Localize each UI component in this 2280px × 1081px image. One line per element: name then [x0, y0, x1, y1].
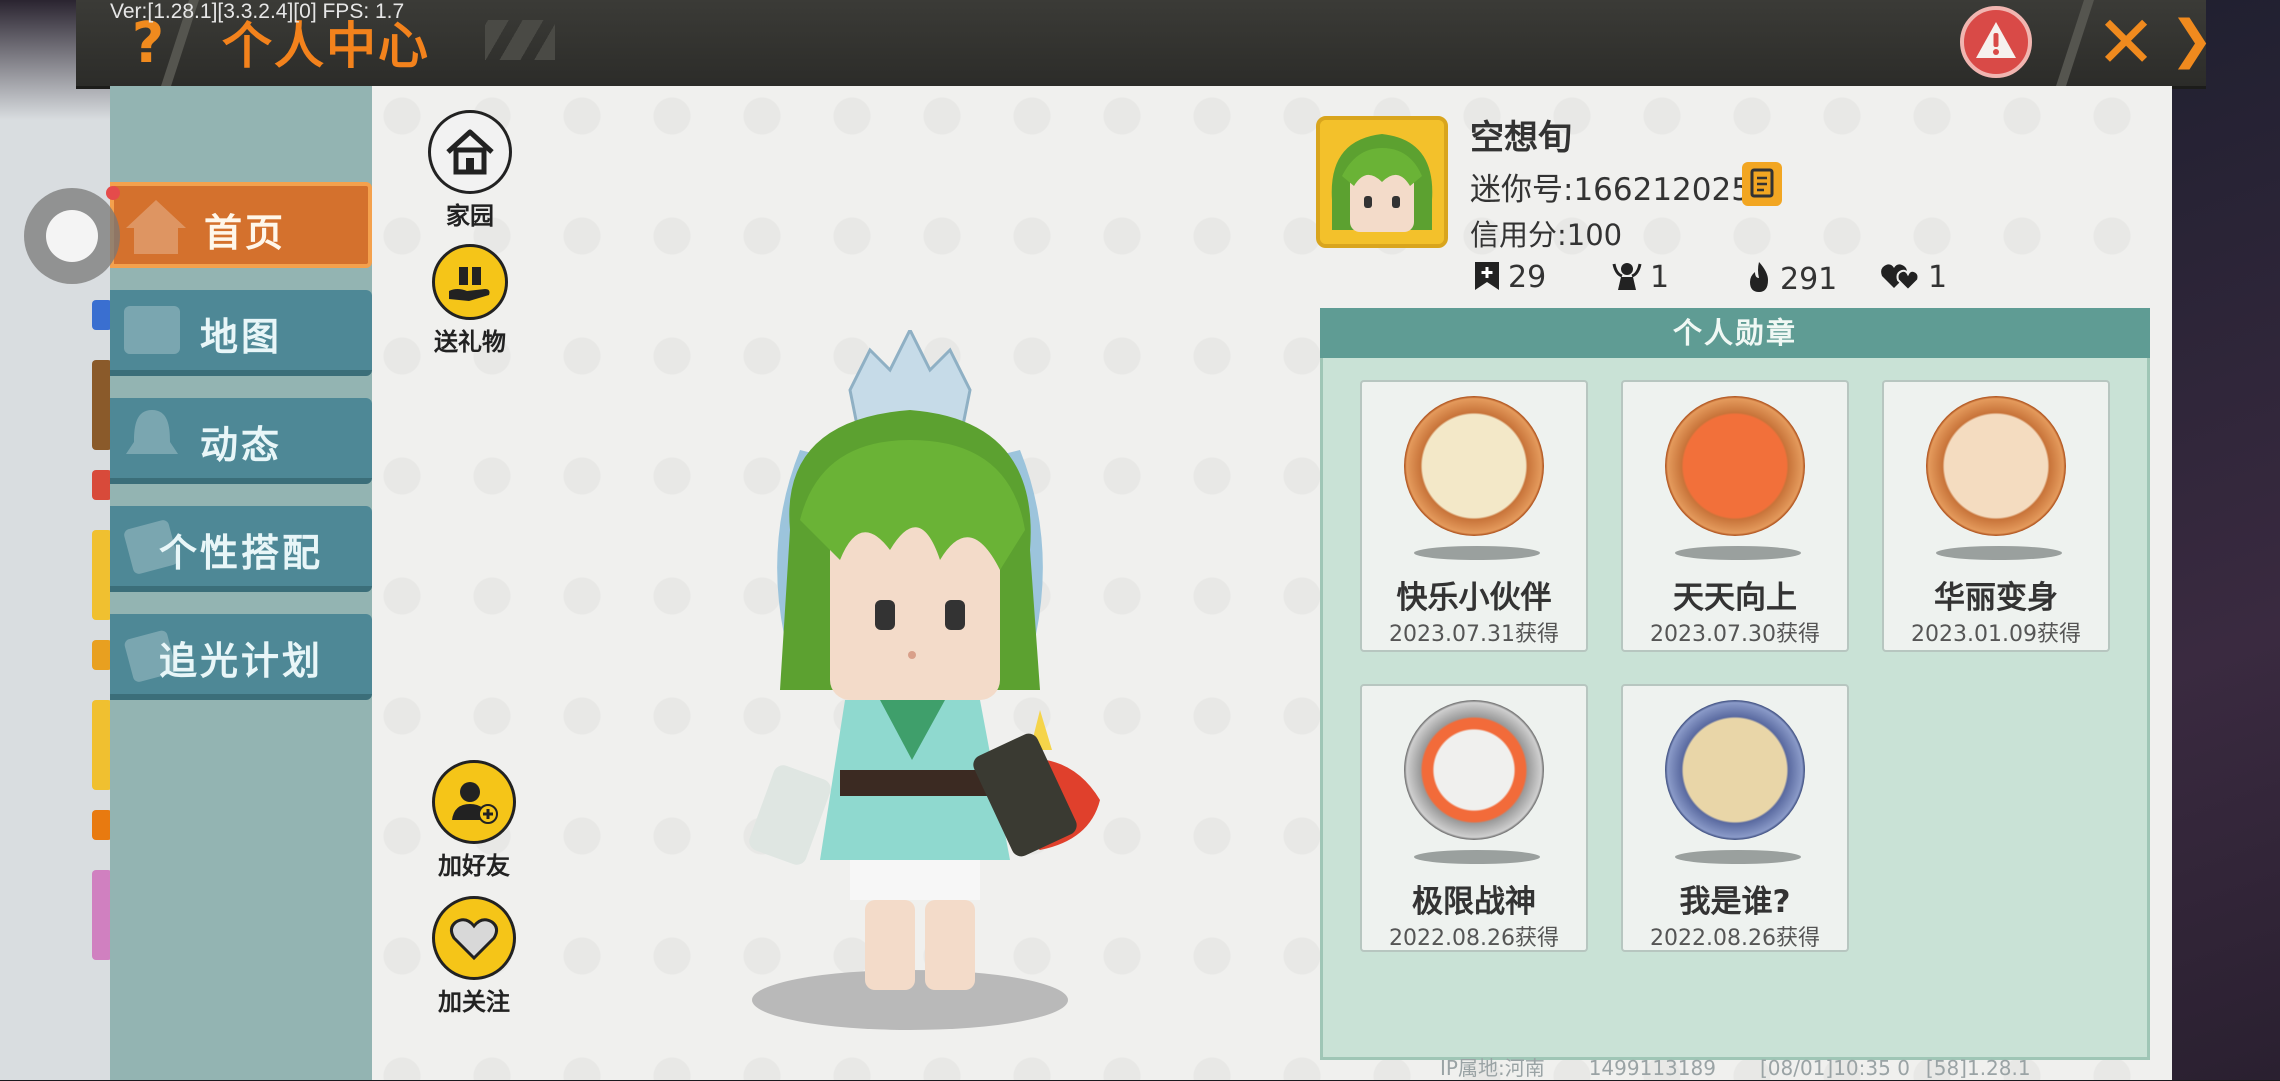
sidebar: 首页 地图 动态 个性搭配 追光计划	[110, 86, 372, 1080]
medal-shadow	[1675, 850, 1801, 864]
background-swatch	[92, 300, 112, 330]
background-swatch	[92, 360, 112, 450]
background-scene-right	[2160, 0, 2280, 1080]
medal-panel-title: 个人勋章	[1320, 308, 2150, 358]
medal-shadow	[1414, 546, 1540, 560]
medal-shadow	[1936, 546, 2062, 560]
medal-card[interactable]: 快乐小伙伴 2023.07.31获得	[1360, 380, 1588, 652]
medal-date: 2022.08.26获得	[1389, 926, 1559, 951]
close-button[interactable]: ✕	[2090, 4, 2162, 80]
sidebar-item-label: 动态	[199, 423, 282, 467]
sidebar-item-label: 追光计划	[158, 639, 323, 683]
sidebar-item-label: 首页	[203, 211, 286, 255]
gift-action[interactable]: 送礼物	[420, 244, 520, 357]
background-swatch	[92, 470, 112, 500]
home-button[interactable]	[428, 110, 512, 194]
gift-button[interactable]	[432, 244, 508, 320]
medal-date: 2023.07.30获得	[1650, 622, 1820, 647]
follow-label: 加关注	[438, 988, 510, 1016]
sidebar-item-home[interactable]: 首页	[110, 182, 372, 268]
build-readout: [58]1.28.1	[1925, 1056, 2031, 1080]
title-decoration	[485, 20, 555, 60]
trophy-person-icon	[1612, 263, 1642, 290]
medal-name: 天天向上	[1673, 580, 1797, 616]
house-icon	[446, 129, 494, 175]
hearts-icon	[1881, 264, 1920, 292]
gift-label: 送礼物	[434, 328, 506, 356]
background-swatch	[92, 640, 112, 670]
home-action[interactable]: 家园	[420, 110, 520, 231]
follow-button[interactable]	[432, 896, 516, 980]
friend-medal-icon	[1404, 396, 1544, 536]
version-fps-readout: Ver:[1.28.1][3.3.2.4][0] FPS: 1.7	[110, 0, 405, 23]
mini-id: 迷你号:1662120253	[1470, 172, 1771, 208]
stat-likes: 1	[1880, 260, 1947, 295]
stat-bookmarks-value: 29	[1508, 260, 1547, 295]
stat-likes-value: 1	[1928, 260, 1948, 295]
copy-icon[interactable]	[1742, 162, 1782, 206]
add-friend-label: 加好友	[438, 852, 510, 880]
close-button-edge: ❯	[2170, 10, 2214, 70]
background-swatch	[92, 870, 112, 960]
medal-date: 2023.01.09获得	[1911, 622, 2081, 647]
sidebar-item-label: 地图	[199, 315, 282, 359]
calendar-medal-icon	[1665, 396, 1805, 536]
stat-popularity: 291	[1744, 260, 1837, 297]
uid-readout: 1499113189	[1588, 1056, 1716, 1080]
character-avatar[interactable]	[740, 326, 1160, 1030]
sidebar-item-activity[interactable]: 动态	[110, 398, 372, 484]
add-friend-action[interactable]: 加好友	[424, 760, 524, 881]
report-button[interactable]	[1960, 6, 2032, 78]
sidebar-item-chase-light[interactable]: 追光计划	[110, 614, 372, 700]
stat-bookmarks: 29	[1472, 260, 1546, 295]
background-swatch	[92, 700, 112, 790]
bookmark-plus-icon	[1475, 262, 1499, 290]
add-user-icon	[452, 782, 498, 824]
sidebar-item-outfit[interactable]: 个性搭配	[110, 506, 372, 592]
medal-name: 华丽变身	[1934, 580, 2058, 616]
profile-avatar[interactable]	[1316, 116, 1448, 248]
follow-action[interactable]: 加关注	[424, 896, 524, 1017]
stat-achievements: 1	[1610, 260, 1669, 295]
add-friend-button[interactable]	[432, 760, 516, 844]
background-swatch	[92, 810, 112, 840]
home-label: 家园	[446, 202, 494, 230]
medal-shadow	[1414, 850, 1540, 864]
stat-achievements-value: 1	[1650, 260, 1670, 295]
background-swatch	[92, 530, 112, 620]
medal-card[interactable]: 华丽变身 2023.01.09获得	[1882, 380, 2110, 652]
credit-score: 信用分:100	[1470, 218, 1623, 252]
sidebar-item-map[interactable]: 地图	[110, 290, 372, 376]
warning-icon	[1976, 22, 2016, 58]
floating-button-knob	[46, 210, 98, 262]
medal-card[interactable]: 极限战神 2022.08.26获得	[1360, 684, 1588, 952]
nickname: 空想旬	[1470, 118, 1572, 158]
footer-info: IP属地:河南 1499113189 [08/01]10:35 0 [58]1.28.…	[1440, 1052, 2075, 1081]
stat-popularity-value: 291	[1780, 262, 1838, 297]
gift-hand-icon	[449, 267, 490, 301]
boss-medal-icon	[1404, 700, 1544, 840]
character-illustration	[749, 326, 1100, 1030]
transform-medal-icon	[1926, 396, 2066, 536]
medal-card[interactable]: 天天向上 2023.07.30获得	[1621, 380, 1849, 652]
avatar-portrait	[1320, 120, 1444, 244]
medal-date: 2023.07.31获得	[1389, 622, 1559, 647]
medal-date: 2022.08.26获得	[1650, 926, 1820, 951]
flame-icon	[1750, 262, 1768, 292]
ip-location: IP属地:河南	[1440, 1056, 1545, 1080]
medal-name: 我是谁?	[1679, 884, 1791, 920]
medal-name: 极限战神	[1412, 884, 1536, 920]
sidebar-item-label: 个性搭配	[158, 531, 323, 575]
id-card-medal-icon	[1665, 700, 1805, 840]
medal-card[interactable]: 我是谁? 2022.08.26获得	[1621, 684, 1849, 952]
notification-dot	[106, 186, 120, 200]
timestamp-readout: [08/01]10:35 0	[1759, 1056, 1910, 1080]
medal-name: 快乐小伙伴	[1396, 580, 1552, 616]
medal-shadow	[1675, 546, 1801, 560]
heart-icon	[449, 918, 499, 961]
